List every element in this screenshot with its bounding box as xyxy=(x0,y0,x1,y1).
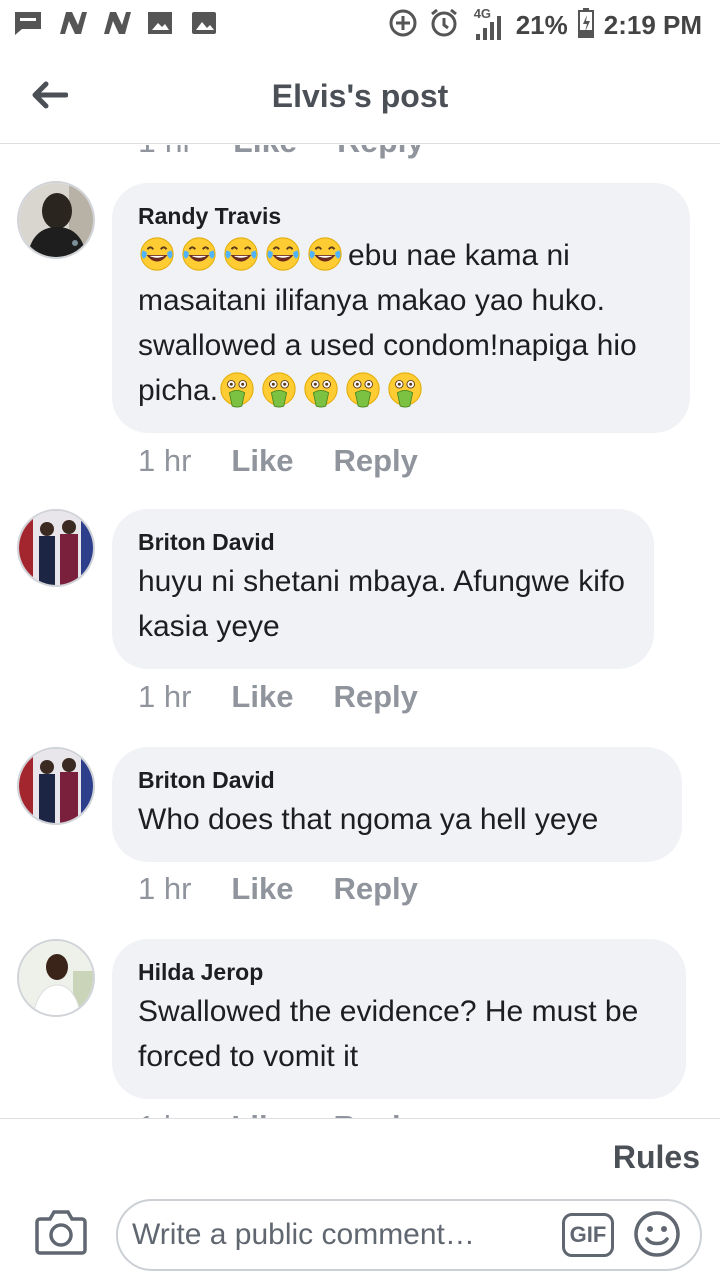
reply-button[interactable]: Reply xyxy=(333,443,417,479)
tears-of-joy-emoji xyxy=(182,237,216,271)
comment-body: huyu ni shetani mbaya. Afungwe kifo kasi… xyxy=(138,565,625,643)
comment-bubble[interactable]: Briton David Who does that ngoma ya hell… xyxy=(112,747,682,862)
reply-button[interactable]: Reply xyxy=(333,679,417,715)
comment-time: 1 hr xyxy=(138,443,192,478)
add-circle-icon xyxy=(388,8,418,43)
comment-text: ebu nae kama ni masaitani ilifanya makao… xyxy=(138,233,664,413)
battery-icon xyxy=(577,7,594,43)
vomiting-face-emoji xyxy=(220,372,254,408)
tears-of-joy-emoji xyxy=(308,237,342,271)
comment-author[interactable]: Randy Travis xyxy=(138,201,664,231)
image-icon xyxy=(188,8,220,38)
smiley-icon xyxy=(634,1211,680,1257)
comment-bubble[interactable]: Hilda Jerop Swallowed the evidence? He m… xyxy=(112,939,686,1099)
comment-time: 1 hr xyxy=(138,1109,191,1118)
comment-author[interactable]: Briton David xyxy=(138,527,628,557)
comment-time: 1 hr xyxy=(138,871,192,906)
camera-icon xyxy=(35,1210,87,1255)
comment-time: 1 hr xyxy=(138,145,193,160)
emoji-tears-of-joy-group xyxy=(138,237,348,272)
tears-of-joy-emoji xyxy=(140,237,174,271)
comment-input[interactable] xyxy=(132,1209,552,1261)
comments-list: 1 hr Like Reply Randy Travis ebu nae kam… xyxy=(0,145,720,1118)
emoji-button[interactable] xyxy=(632,1209,682,1259)
photo-icon xyxy=(144,8,176,38)
page-title: Elvis's post xyxy=(271,78,449,114)
gif-button[interactable]: GIF xyxy=(562,1213,614,1257)
n-icon xyxy=(100,8,132,38)
comment-author[interactable]: Briton David xyxy=(138,765,656,795)
comment-author[interactable]: Hilda Jerop xyxy=(138,957,660,987)
camera-button[interactable] xyxy=(34,1207,88,1257)
signal-4g-icon: 4G xyxy=(470,6,506,44)
post-header: Elvis's post xyxy=(0,50,720,144)
comment-time: 1 hr xyxy=(138,679,192,714)
clock: 2:19 PM xyxy=(603,9,702,40)
avatar[interactable] xyxy=(17,747,95,825)
previous-comment-actions: 1 hr Like Reply xyxy=(138,145,424,160)
reply-button[interactable]: Reply xyxy=(337,145,424,160)
n-icon xyxy=(56,8,88,38)
like-button[interactable]: Like xyxy=(231,871,293,907)
comment-body: Swallowed the evidence? He must be force… xyxy=(138,995,639,1073)
vomiting-face-emoji xyxy=(262,372,296,408)
tears-of-joy-emoji xyxy=(224,237,258,271)
avatar[interactable] xyxy=(17,181,95,259)
message-icon xyxy=(12,8,44,38)
like-button[interactable]: Like xyxy=(233,145,297,160)
reply-button[interactable]: Reply xyxy=(333,871,417,907)
like-button[interactable]: Like xyxy=(231,1109,293,1118)
comment-actions: 1 hr Like Reply xyxy=(138,871,418,907)
like-button[interactable]: Like xyxy=(231,679,293,715)
alarm-icon xyxy=(428,7,460,44)
emoji-vomiting-face-group xyxy=(218,372,428,408)
vomiting-face-emoji xyxy=(388,372,422,408)
vomiting-face-emoji xyxy=(304,372,338,408)
vomiting-face-emoji xyxy=(346,372,380,408)
comment-input-container[interactable]: GIF xyxy=(116,1199,702,1271)
like-button[interactable]: Like xyxy=(231,443,293,479)
status-bar: 4G 21% 2:19 PM xyxy=(0,0,720,50)
comment-bubble[interactable]: Briton David huyu ni shetani mbaya. Afun… xyxy=(112,509,654,669)
rules-link[interactable]: Rules xyxy=(613,1139,700,1176)
comment-bubble[interactable]: Randy Travis ebu nae kama ni masaitani i… xyxy=(112,183,690,433)
comment-body: Who does that ngoma ya hell yeye xyxy=(138,803,599,836)
comment-composer-bar: Rules GIF xyxy=(0,1118,720,1280)
avatar[interactable] xyxy=(17,509,95,587)
reply-button[interactable]: Reply xyxy=(333,1109,417,1118)
tears-of-joy-emoji xyxy=(266,237,300,271)
battery-percent: 21% xyxy=(515,9,568,40)
comment-actions: 1 hr Like Reply xyxy=(138,443,418,479)
avatar[interactable] xyxy=(17,939,95,1017)
comment-actions: 1 hr Like Reply xyxy=(138,679,418,715)
comment-actions: 1 hr Like Reply xyxy=(138,1109,418,1118)
